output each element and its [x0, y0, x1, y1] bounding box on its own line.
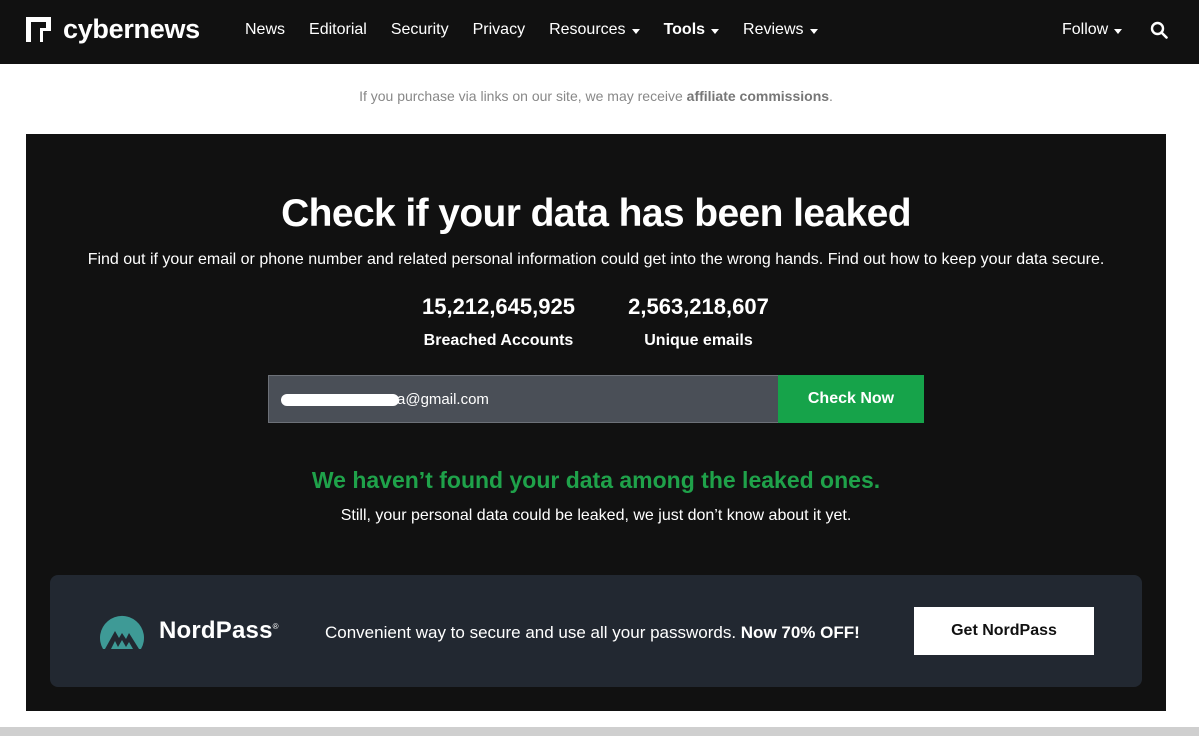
stat-label: Breached Accounts [423, 332, 574, 349]
stat-value: 15,212,645,925 [422, 294, 575, 319]
promo-text: Convenient way to secure and use all you… [325, 623, 860, 643]
trademark-mark: ® [272, 622, 279, 631]
nav-item-tools[interactable]: Tools [663, 21, 720, 39]
search-icon[interactable] [1150, 21, 1168, 39]
page-scroll-edge [0, 727, 1199, 736]
nordpass-brand: NordPass® [159, 617, 279, 645]
follow-menu[interactable]: Follow [1062, 18, 1123, 42]
affiliate-end: . [829, 88, 833, 104]
follow-label: Follow [1062, 21, 1109, 38]
nav-item-privacy[interactable]: Privacy [473, 21, 525, 39]
nav-item-label: Privacy [472, 21, 526, 38]
main-nav: News Editorial Security Privacy Resource… [245, 18, 842, 42]
get-nordpass-button[interactable]: Get NordPass [914, 607, 1094, 655]
result-note: Still, your personal data could be leake… [340, 507, 852, 524]
caret-down-icon [809, 28, 818, 34]
site-logo[interactable]: cybernews [26, 15, 200, 43]
nav-item-resources[interactable]: Resources [549, 21, 640, 39]
caret-down-icon [711, 28, 720, 34]
nordpass-brand-text: NordPass [159, 617, 273, 644]
nordpass-logo-icon [100, 615, 144, 649]
nav-item-reviews[interactable]: Reviews [743, 21, 818, 39]
redaction-mark [281, 394, 399, 406]
affiliate-link[interactable]: affiliate commissions [687, 88, 829, 104]
top-nav-bar: cybernews News Editorial Security Privac… [0, 0, 1199, 64]
email-input[interactable]: a@gmail.com [268, 375, 779, 423]
check-now-button[interactable]: Check Now [778, 375, 924, 423]
promo-discount: Now 70% OFF! [740, 623, 860, 642]
stat-breached-accounts: 15,212,645,925 Breached Accounts [416, 294, 581, 350]
stat-value: 2,563,218,607 [628, 294, 769, 319]
nav-item-label: Reviews [743, 21, 804, 38]
cybernews-logo-icon [26, 16, 51, 42]
stat-label: Unique emails [644, 332, 753, 349]
nav-item-label: Security [390, 21, 449, 38]
affiliate-text: If you purchase via links on our site, w… [359, 88, 687, 104]
email-input-value: a@gmail.com [397, 391, 489, 408]
caret-down-icon [631, 28, 640, 34]
affiliate-notice: If you purchase via links on our site, w… [0, 88, 1192, 104]
promo-text-main: Convenient way to secure and use all you… [325, 623, 741, 642]
page-subtitle: Find out if your email or phone number a… [87, 251, 1105, 268]
nav-item-news[interactable]: News [245, 21, 285, 39]
stat-unique-emails: 2,563,218,607 Unique emails [621, 294, 776, 350]
caret-down-icon [1114, 28, 1123, 34]
nav-item-label: Editorial [309, 21, 367, 38]
result-message: We haven’t found your data among the lea… [311, 467, 881, 493]
nav-item-security[interactable]: Security [391, 21, 449, 39]
nav-item-editorial[interactable]: Editorial [309, 21, 367, 39]
nav-item-label: Tools [663, 21, 706, 38]
leak-checker-panel: Check if your data has been leaked Find … [26, 134, 1166, 711]
page-title: Check if your data has been leaked [281, 192, 911, 235]
nav-item-label: News [245, 21, 286, 38]
nav-item-label: Resources [549, 21, 626, 38]
nordpass-promo: NordPass® Convenient way to secure and u… [50, 575, 1142, 687]
brand-name: cybernews [63, 14, 200, 44]
